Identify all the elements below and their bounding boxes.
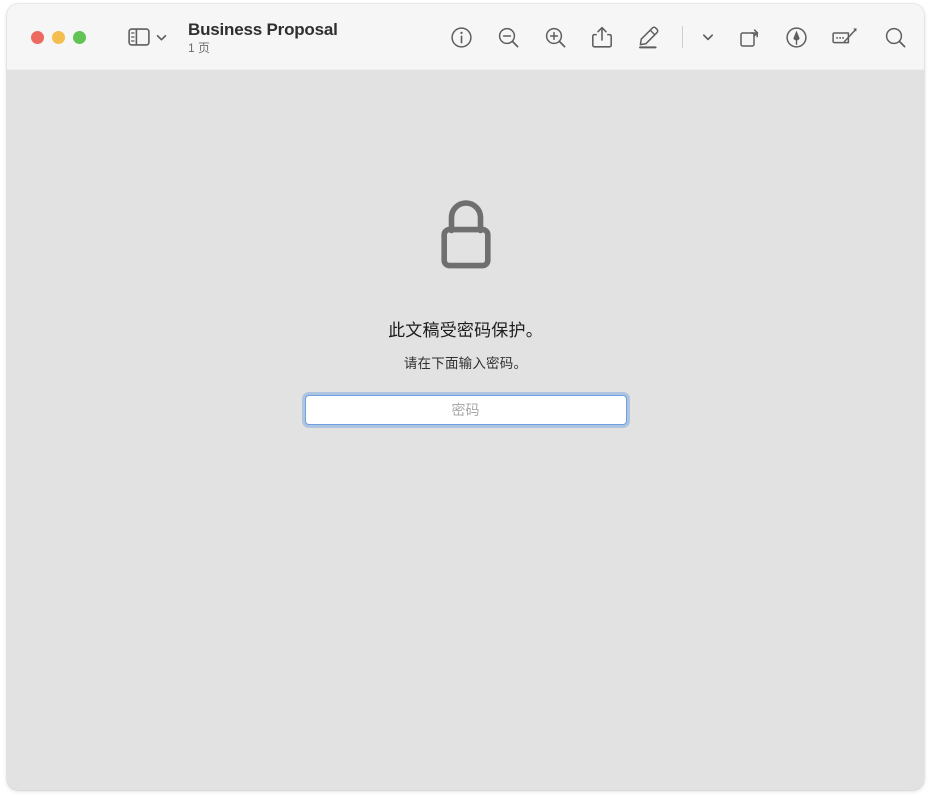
protected-message-secondary: 请在下面输入密码。: [403, 356, 528, 371]
protected-message-primary: 此文稿受密码保护。: [388, 321, 543, 340]
annotate-pen-button[interactable]: [784, 25, 809, 50]
sidebar-toggle-button[interactable]: [128, 28, 150, 46]
zoom-in-button[interactable]: [543, 25, 568, 50]
password-field-container[interactable]: [304, 395, 627, 425]
password-input[interactable]: [305, 395, 626, 425]
share-icon: [592, 26, 612, 48]
share-button[interactable]: [590, 25, 614, 50]
rotate-icon: [740, 28, 759, 47]
annotate-pen-icon: [786, 26, 807, 48]
sidebar-icon: [128, 28, 150, 46]
rotate-button[interactable]: [737, 25, 762, 50]
minimize-button[interactable]: [52, 30, 65, 44]
window-controls: [31, 30, 86, 44]
toolbar-separator: [682, 26, 683, 48]
info-button[interactable]: [449, 25, 474, 50]
markup-button[interactable]: [636, 24, 664, 50]
sidebar-options-button[interactable]: [155, 31, 168, 44]
markup-icon: [639, 26, 659, 49]
search-button[interactable]: [883, 25, 908, 50]
info-icon: [451, 26, 472, 48]
preview-window: Business Proposal 1 页 此文稿受密码保护。 请在下面输入密码…: [7, 4, 924, 790]
search-icon: [885, 27, 906, 47]
markup-options-chevron-icon: [702, 34, 714, 41]
sign-icon: [832, 27, 857, 43]
close-button[interactable]: [31, 30, 44, 44]
toolbar: Business Proposal 1 页: [7, 4, 924, 70]
zoom-button[interactable]: [73, 30, 86, 44]
page-count-label: 1 页: [188, 40, 211, 55]
zoom-out-icon: [498, 27, 519, 47]
document-content-area: 此文稿受密码保护。 请在下面输入密码。: [7, 70, 924, 790]
sign-button[interactable]: [831, 25, 861, 50]
page-title: Business Proposal: [188, 19, 338, 39]
markup-options-button[interactable]: [701, 30, 715, 44]
locked-document-illustration: [434, 197, 498, 278]
chevron-down-icon: [156, 34, 167, 41]
zoom-out-button[interactable]: [496, 25, 521, 50]
document-title-block: Business Proposal 1 页: [188, 21, 338, 54]
lock-icon: [440, 200, 491, 269]
sidebar-controls: [128, 28, 168, 46]
zoom-in-icon: [545, 27, 566, 47]
toolbar-actions: [449, 4, 908, 70]
